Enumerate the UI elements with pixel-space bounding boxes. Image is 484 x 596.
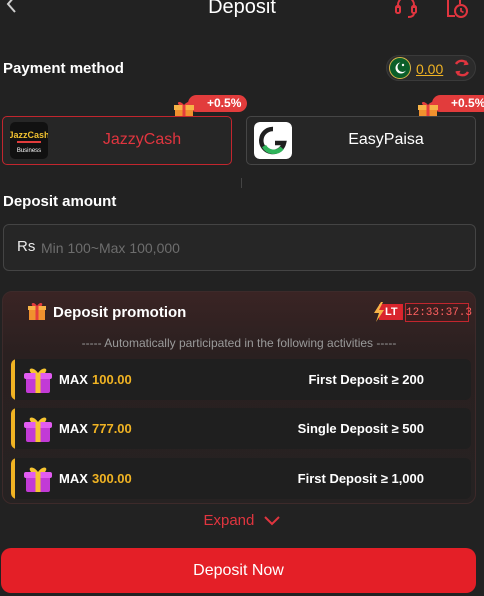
bonus-badge-text: +0.5% (207, 96, 242, 110)
bonus-badge: +0.5% (432, 95, 484, 112)
headset-icon[interactable] (393, 0, 419, 20)
history-clock-icon[interactable] (445, 0, 469, 20)
row-accent-bar (11, 458, 15, 499)
balance-widget: 0.00 (386, 55, 476, 81)
divider (241, 178, 242, 188)
deposit-now-button[interactable]: Deposit Now (1, 548, 476, 593)
promotion-condition: Single Deposit ≥ 500 (297, 421, 424, 436)
currency-label: Rs (17, 238, 36, 255)
promotion-subtitle: ----- Automatically participated in the … (81, 336, 397, 350)
balance-value[interactable]: 0.00 (416, 61, 443, 77)
payment-method-title: Payment method (3, 60, 124, 77)
promotion-title: Deposit promotion (53, 304, 187, 321)
max-label: MAX (59, 421, 88, 436)
jazzcash-logo: JazzCash Business (10, 122, 48, 159)
chevron-down-icon (263, 516, 280, 526)
row-accent-bar (11, 359, 15, 400)
gift-box-icon (24, 368, 52, 393)
promotion-row[interactable]: MAX 100.00 First Deposit ≥ 200 (11, 359, 471, 400)
expand-label: Expand (203, 511, 255, 529)
max-label: MAX (59, 372, 88, 387)
logo-text: JazzCash (10, 130, 48, 140)
promotion-condition: First Deposit ≥ 1,000 (297, 471, 424, 486)
deposit-promotion-panel: Deposit promotion LT 12:33:37.3 ----- Au… (2, 291, 476, 504)
method-label: EasyPaisa (348, 131, 424, 148)
deposit-amount-title: Deposit amount (3, 193, 117, 210)
promotion-row[interactable]: MAX 777.00 Single Deposit ≥ 500 (11, 408, 471, 449)
max-value: 300.00 (92, 471, 132, 486)
max-label: MAX (59, 471, 88, 486)
refresh-icon[interactable] (452, 58, 472, 78)
lt-label: LT (385, 306, 398, 318)
amount-input[interactable] (41, 233, 461, 263)
amount-field[interactable]: Rs (3, 224, 476, 271)
row-accent-bar (11, 408, 15, 449)
payment-method-jazzycash[interactable]: JazzCash Business JazzyCash (2, 116, 232, 165)
promotion-condition: First Deposit ≥ 200 (308, 372, 424, 387)
promotion-row[interactable]: MAX 300.00 First Deposit ≥ 1,000 (11, 458, 471, 499)
header-bar: Deposit (0, 0, 484, 24)
max-value: 777.00 (92, 421, 132, 436)
gift-box-icon (24, 417, 52, 442)
bonus-badge: +0.5% (188, 95, 248, 112)
gift-box-icon (24, 467, 52, 492)
max-value: 100.00 (92, 372, 132, 387)
payment-method-easypaisa[interactable]: EasyPaisa (246, 116, 476, 165)
method-label: JazzyCash (102, 131, 182, 148)
logo-subtext: Business (17, 148, 41, 154)
countdown-timer: 12:33:37.3 (405, 303, 472, 322)
easypaisa-logo (254, 122, 292, 159)
gift-icon (28, 302, 46, 320)
bonus-badge-text: +0.5% (451, 96, 484, 110)
expand-link[interactable]: Expand (0, 511, 484, 529)
pakistan-flag-icon (389, 57, 411, 79)
